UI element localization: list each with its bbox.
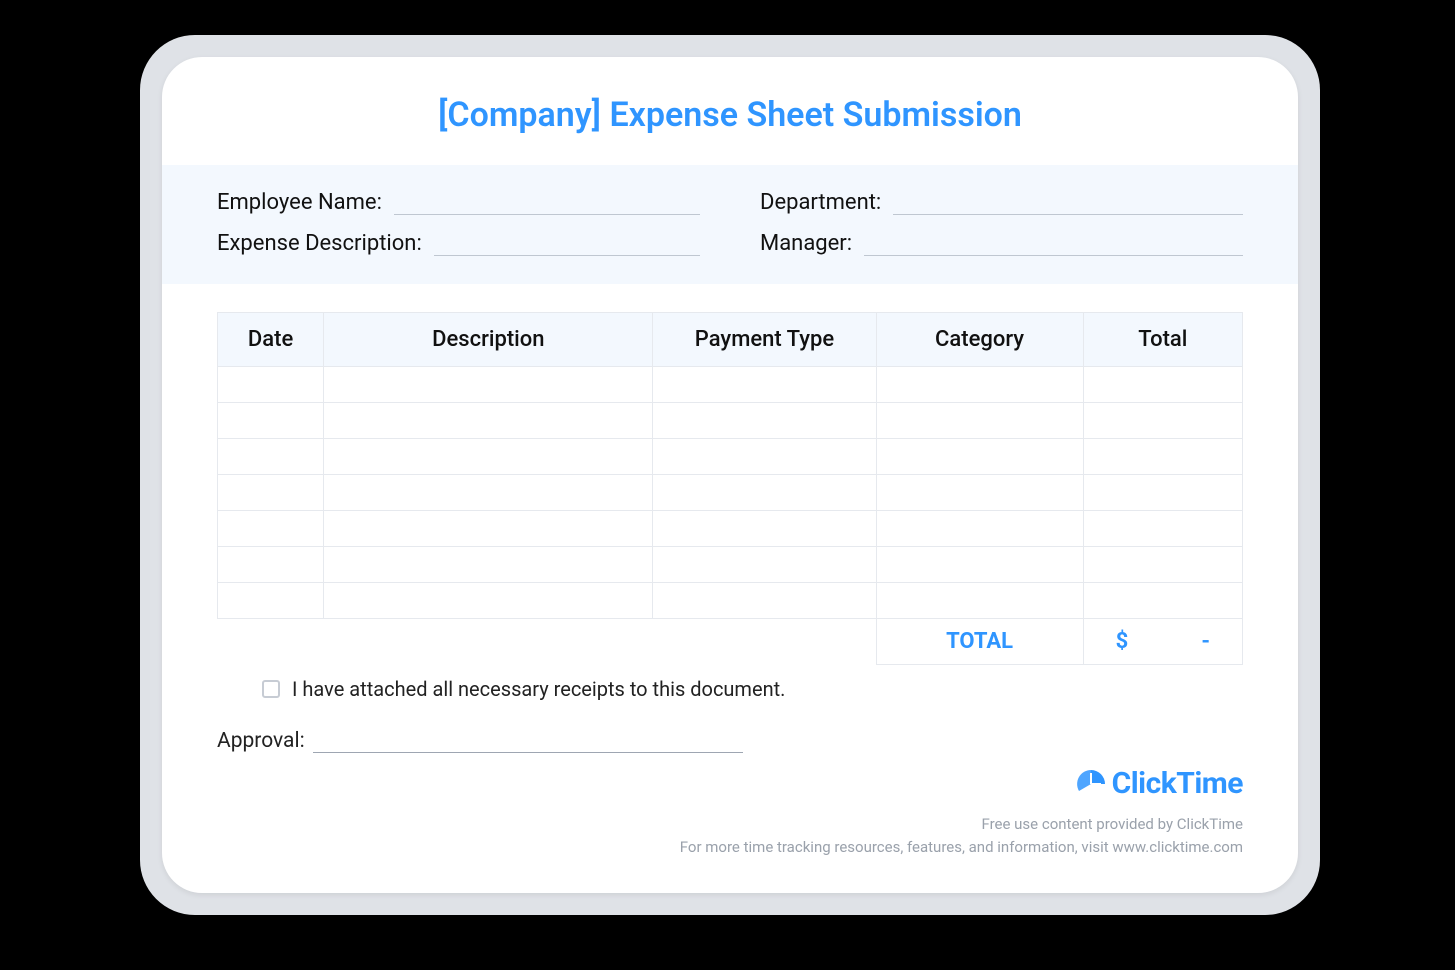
expense-table: Date Description Payment Type Category T… xyxy=(217,312,1243,665)
approval-label: Approval: xyxy=(217,729,305,753)
table-cell[interactable] xyxy=(876,439,1083,475)
table-cell[interactable] xyxy=(876,511,1083,547)
table-row xyxy=(218,583,1243,619)
header-date: Date xyxy=(218,313,324,367)
manager-label: Manager: xyxy=(760,231,852,256)
device-frame: [Company] Expense Sheet Submission Emplo… xyxy=(140,35,1320,915)
receipts-checkbox[interactable] xyxy=(262,680,280,698)
table-cell[interactable] xyxy=(324,439,653,475)
expense-description-input[interactable] xyxy=(434,234,700,256)
table-cell[interactable] xyxy=(1083,511,1242,547)
table-cell[interactable] xyxy=(1083,439,1242,475)
table-cell[interactable] xyxy=(1083,583,1242,619)
table-row xyxy=(218,439,1243,475)
approval-input[interactable] xyxy=(313,731,743,753)
table-cell[interactable] xyxy=(653,511,876,547)
table-cell[interactable] xyxy=(653,439,876,475)
table-cell[interactable] xyxy=(324,547,653,583)
table-cell[interactable] xyxy=(218,511,324,547)
table-cell[interactable] xyxy=(218,403,324,439)
table-cell[interactable] xyxy=(653,475,876,511)
table-cell[interactable] xyxy=(1083,367,1242,403)
table-cell[interactable] xyxy=(218,439,324,475)
manager-input[interactable] xyxy=(864,234,1243,256)
expense-table-section: Date Description Payment Type Category T… xyxy=(162,284,1298,665)
header-category: Category xyxy=(876,313,1083,367)
table-cell[interactable] xyxy=(876,475,1083,511)
department-label: Department: xyxy=(760,190,881,215)
table-cell[interactable] xyxy=(653,547,876,583)
page-title: [Company] Expense Sheet Submission xyxy=(162,57,1298,165)
table-cell[interactable] xyxy=(324,475,653,511)
table-cell[interactable] xyxy=(324,583,653,619)
manager-field: Manager: xyxy=(760,231,1243,256)
table-cell[interactable] xyxy=(1083,403,1242,439)
clicktime-logo: ClickTime xyxy=(1076,766,1243,801)
employee-name-field: Employee Name: xyxy=(217,190,700,215)
employee-name-label: Employee Name: xyxy=(217,190,382,215)
table-cell[interactable] xyxy=(218,547,324,583)
table-cell[interactable] xyxy=(653,367,876,403)
table-cell[interactable] xyxy=(1083,475,1242,511)
department-input[interactable] xyxy=(893,193,1243,215)
approval-field: Approval: xyxy=(162,701,1298,753)
header-description: Description xyxy=(324,313,653,367)
table-row xyxy=(218,403,1243,439)
department-field: Department: xyxy=(760,190,1243,215)
total-label: TOTAL xyxy=(876,619,1083,665)
header-total: Total xyxy=(1083,313,1242,367)
table-cell[interactable] xyxy=(876,403,1083,439)
table-cell[interactable] xyxy=(324,367,653,403)
table-cell[interactable] xyxy=(653,403,876,439)
footer-attribution: Free use content provided by ClickTime F… xyxy=(680,813,1243,860)
employee-name-input[interactable] xyxy=(394,193,700,215)
total-row: TOTAL $ - xyxy=(218,619,1243,665)
table-cell[interactable] xyxy=(324,403,653,439)
header-payment-type: Payment Type xyxy=(653,313,876,367)
total-value: - xyxy=(1201,629,1210,654)
clock-icon xyxy=(1076,769,1106,799)
table-row xyxy=(218,475,1243,511)
table-cell[interactable] xyxy=(218,367,324,403)
total-currency: $ xyxy=(1116,629,1129,654)
expense-description-label: Expense Description: xyxy=(217,231,422,256)
table-cell[interactable] xyxy=(653,583,876,619)
table-cell[interactable] xyxy=(876,583,1083,619)
table-cell[interactable] xyxy=(324,511,653,547)
employee-info-section: Employee Name: Department: Expense Descr… xyxy=(162,165,1298,284)
table-row xyxy=(218,547,1243,583)
receipts-checkbox-label: I have attached all necessary receipts t… xyxy=(292,677,785,701)
table-cell[interactable] xyxy=(218,475,324,511)
table-row xyxy=(218,367,1243,403)
footer-line-1: Free use content provided by ClickTime xyxy=(680,813,1243,836)
table-cell[interactable] xyxy=(876,547,1083,583)
expense-description-field: Expense Description: xyxy=(217,231,700,256)
table-row xyxy=(218,511,1243,547)
table-cell[interactable] xyxy=(876,367,1083,403)
table-header-row: Date Description Payment Type Category T… xyxy=(218,313,1243,367)
receipts-confirmation: I have attached all necessary receipts t… xyxy=(162,665,1298,701)
table-cell[interactable] xyxy=(1083,547,1242,583)
table-cell[interactable] xyxy=(218,583,324,619)
total-amount-cell: $ - xyxy=(1083,619,1242,665)
logo-text: ClickTime xyxy=(1112,766,1243,801)
expense-sheet: [Company] Expense Sheet Submission Emplo… xyxy=(162,57,1298,893)
footer-line-2: For more time tracking resources, featur… xyxy=(680,836,1243,859)
